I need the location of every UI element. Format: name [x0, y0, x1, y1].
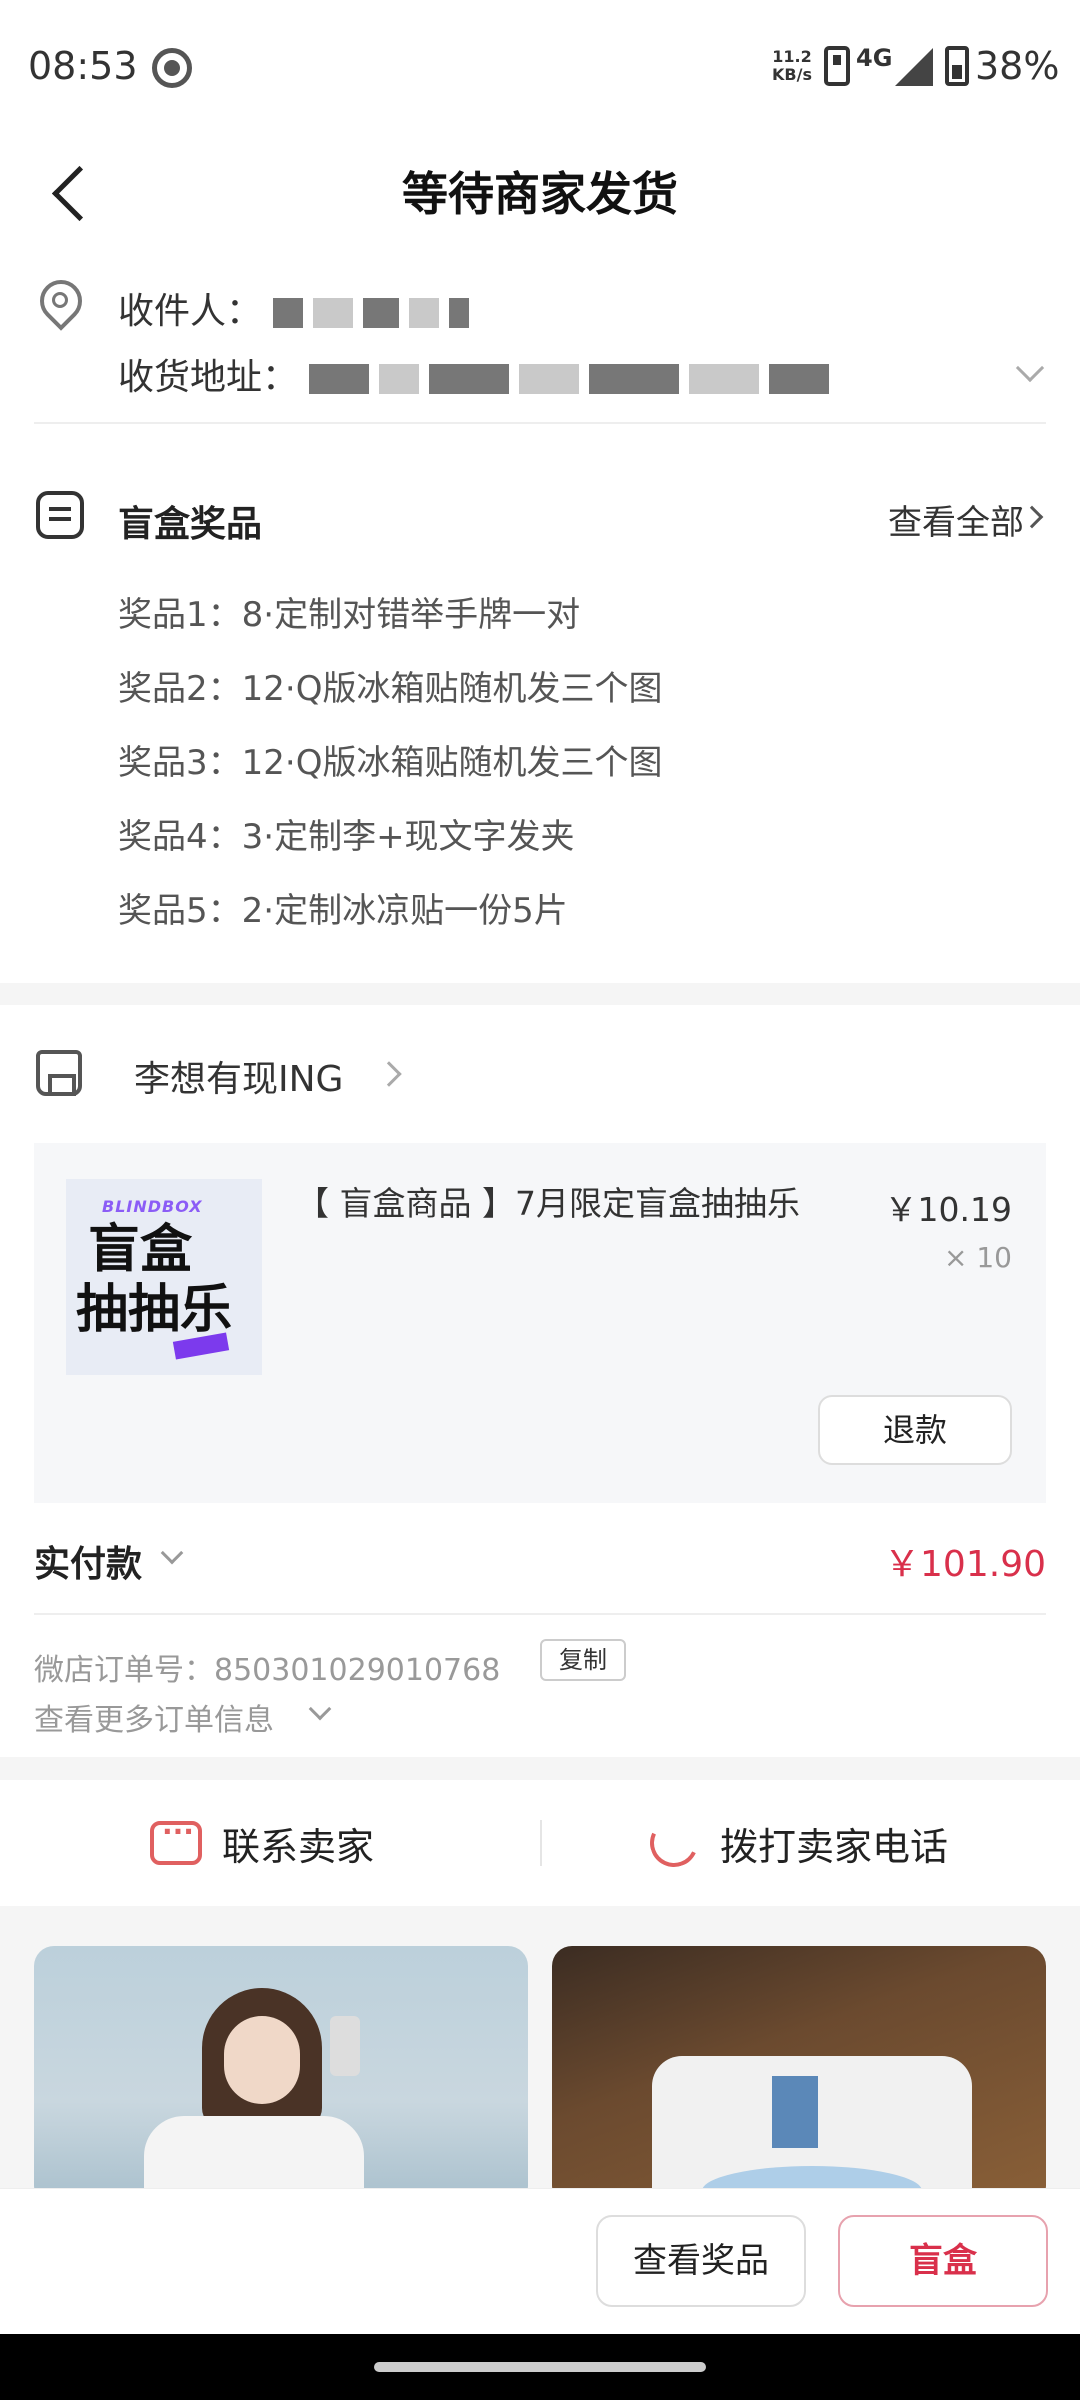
feed-card[interactable] — [552, 1946, 1046, 2206]
home-gesture-bar[interactable] — [374, 2362, 706, 2372]
order-number: 微店订单号：850301029010768 — [34, 1653, 501, 1688]
prize-item: 奖品3：12·Q版冰箱贴随机发三个图 — [118, 743, 663, 783]
blind-box-button[interactable]: 盲盒 — [838, 2215, 1048, 2307]
recipient-line: 收件人： — [118, 282, 479, 334]
address-line: 收货地址： — [118, 348, 998, 398]
prizes-section: 盲盒奖品 查看全部 奖品1：8·定制对错举手牌一对 奖品2：12·Q版冰箱贴随机… — [0, 435, 1080, 983]
product-quantity: × 10 — [944, 1241, 1012, 1274]
recommendation-feed — [0, 1930, 1080, 2206]
call-seller-button[interactable]: 拨打卖家电话 — [643, 1780, 948, 1906]
network-speed: 11.2 KB/s — [772, 47, 812, 84]
more-order-info-link[interactable]: 查看更多订单信息 — [34, 1695, 274, 1739]
prizes-title: 盲盒奖品 — [118, 504, 263, 545]
phone-icon — [643, 1812, 705, 1874]
hd-icon — [824, 46, 850, 86]
network-type: 4G — [856, 44, 893, 72]
product-price: ￥10.19 — [884, 1190, 1012, 1229]
product-title[interactable]: 【 盲盒商品 】7月限定盲盒抽抽乐 — [296, 1177, 800, 1225]
shop-name-link[interactable]: 李想有现ING — [134, 1050, 343, 1102]
order-section: 李想有现ING BLINDBOX 盲盒 抽抽乐 【 盲盒商品 】7月限定盲盒抽抽… — [0, 1005, 1080, 1757]
battery-percent: 38% — [975, 44, 1060, 88]
view-prizes-button[interactable]: 查看奖品 — [596, 2215, 806, 2307]
location-pin-icon — [38, 280, 82, 330]
status-bar: 08:53 11.2 KB/s 4G 38% — [0, 0, 1080, 130]
divider — [34, 422, 1046, 424]
goods-item[interactable]: BLINDBOX 盲盒 抽抽乐 【 盲盒商品 】7月限定盲盒抽抽乐 ￥10.19… — [34, 1143, 1046, 1503]
chevron-right-icon — [1020, 505, 1044, 529]
prize-list: 奖品1：8·定制对错举手牌一对 奖品2：12·Q版冰箱贴随机发三个图 奖品3：1… — [118, 595, 662, 965]
product-thumbnail[interactable]: BLINDBOX 盲盒 抽抽乐 — [66, 1179, 262, 1375]
chevron-down-icon — [160, 1541, 184, 1565]
bottom-action-bar: 查看奖品 盲盒 — [0, 2188, 1080, 2334]
refund-button[interactable]: 退款 — [818, 1395, 1012, 1465]
prize-item: 奖品1：8·定制对错举手牌一对 — [118, 595, 581, 635]
prize-list-icon — [36, 491, 84, 539]
address-section[interactable]: 收件人： 收货地址： — [0, 250, 1080, 435]
copy-button[interactable]: 复制 — [540, 1639, 626, 1681]
divider — [34, 1613, 1046, 1615]
paid-amount: ￥101.90 — [884, 1544, 1046, 1585]
prize-item: 奖品2：12·Q版冰箱贴随机发三个图 — [118, 669, 663, 709]
system-nav-bar — [0, 2334, 1080, 2400]
chevron-down-icon — [308, 1697, 332, 1721]
page-header: 等待商家发货 — [0, 130, 1080, 250]
contact-bar: 联系卖家 拨打卖家电话 — [0, 1780, 1080, 1906]
shop-icon — [36, 1050, 82, 1096]
battery-icon — [945, 46, 969, 86]
chevron-right-icon — [376, 1061, 402, 1087]
paid-label[interactable]: 实付款 — [34, 1535, 142, 1587]
prize-item: 奖品4：3·定制李+现文字发夹 — [118, 817, 575, 857]
status-time: 08:53 — [28, 44, 138, 88]
page-title: 等待商家发货 — [402, 167, 678, 221]
feed-card[interactable] — [34, 1946, 528, 2206]
chevron-down-icon — [1015, 353, 1045, 383]
signal-icon — [895, 48, 933, 86]
prize-item: 奖品5：2·定制冰凉贴一份5片 — [118, 891, 568, 931]
contact-seller-button[interactable]: 联系卖家 — [150, 1780, 374, 1906]
divider — [540, 1820, 542, 1866]
chat-icon — [150, 1815, 202, 1865]
screen-record-icon — [152, 48, 192, 88]
view-all-prizes-link[interactable]: 查看全部 — [888, 495, 1024, 544]
